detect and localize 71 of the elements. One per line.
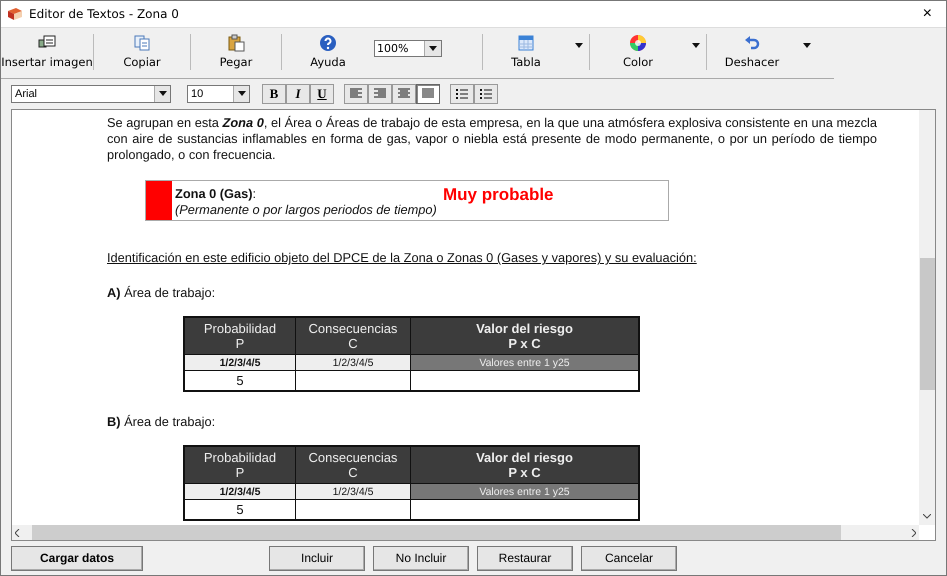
load-data-button[interactable]: Cargar datos [11,546,143,571]
justify-button[interactable] [416,84,440,104]
align-left-icon [349,88,363,100]
numbered-list-button[interactable] [450,84,474,104]
dialog-button[interactable]: Incluir [269,546,365,571]
toolbar-button[interactable]: Pegar [191,30,281,74]
numbered-list-icon [455,88,469,100]
caret-icon [803,43,811,48]
area-label: B) Área de trabajo: [107,414,216,430]
section-heading: Identificación en este edificio objeto del DPCE de la Zona o Zonas 0 (Gases y vapores) y su evaluación: [107,250,698,266]
close-button[interactable]: × [916,4,938,23]
range-cell: 1/2/3/4/5 [184,354,296,371]
vertical-scrollbar[interactable] [919,110,935,526]
dialog-button[interactable]: No Incluir [373,546,469,571]
column-header: Probabilidad P [184,317,296,355]
align-center-icon [397,88,411,100]
horizontal-scrollbar[interactable] [12,525,919,540]
undo-icon [743,34,761,52]
table-cell: 5 [184,370,296,392]
justify-icon [421,88,435,100]
toolbar-button[interactable]: Deshacer [707,34,797,70]
copy-icon [133,34,151,52]
dialog-button[interactable]: Restaurar [477,546,573,571]
zone-description: (Permanente o por largos periodos de tiempo) [175,202,438,218]
range-cell: 1/2/3/4/5 [296,484,410,500]
align-left-button[interactable] [344,84,368,104]
book-icon [7,6,23,21]
table-cell: 5 [184,500,296,520]
bold-button[interactable]: B [262,84,286,104]
window-title: Editor de Textos - Zona 0 [29,6,180,21]
bullet-list-button[interactable] [474,84,498,104]
align-right-icon [373,88,387,100]
toolbar-button[interactable]: Tabla [483,34,569,70]
toolbar-button[interactable]: Ayuda [282,30,374,74]
range-cell: Valores entre 1 y25 [410,354,639,371]
zoom-dropdown[interactable]: 100% [374,40,442,57]
toolbar-button[interactable]: Copiar [94,30,190,74]
zone-title: Zona 0 (Gas): [175,186,258,202]
area-label: A) Área de trabajo: [107,285,216,300]
underline-button[interactable]: U [310,84,334,104]
toolbar-button[interactable]: Insertar imagen [1,30,93,74]
column-header: Valor del riesgo P x C [410,317,639,355]
color-wheel-icon [629,34,647,52]
help-icon [319,34,337,52]
column-header: Consecuencias C [296,446,410,484]
caret-icon [692,43,700,48]
column-header: Consecuencias C [296,317,410,355]
italic-button[interactable]: I [286,84,310,104]
font-size-dropdown[interactable]: 10 [187,84,250,103]
paragraph: Se agrupan en esta Zona 0, el Área o Áreas de trabajo de esta empresa, en la que una atmósfera explosiva consistente en una mezcla con aire de sustancias inflamables en forma de gas, vapor o niebla está presente de modo permanente, o por un período de tiempo prolongado, o con frecuencia. [107,115,877,164]
dialog-button[interactable]: Cancelar [581,546,677,571]
paste-icon [227,34,245,52]
range-cell: 1/2/3/4/5 [296,354,410,371]
align-center-button[interactable] [392,84,416,104]
caret-icon [158,91,166,96]
range-cell: 1/2/3/4/5 [184,484,296,500]
bullet-list-icon [479,88,493,100]
scroll-right-icon[interactable] [911,528,916,537]
column-header: Valor del riesgo P x C [410,446,639,484]
range-cell: Valores entre 1 y25 [410,484,639,500]
caret-icon [238,91,246,96]
align-right-button[interactable] [368,84,392,104]
table-icon [517,34,535,52]
column-header: Probabilidad P [184,446,296,484]
caret-icon [575,43,583,48]
toolbar-button[interactable]: Color [590,34,686,70]
caret-icon [429,46,437,51]
scroll-down-icon[interactable] [923,514,931,520]
probability-label: Muy probable [443,185,554,206]
font-dropdown[interactable]: Arial [11,84,171,103]
scroll-left-icon[interactable] [15,528,20,537]
